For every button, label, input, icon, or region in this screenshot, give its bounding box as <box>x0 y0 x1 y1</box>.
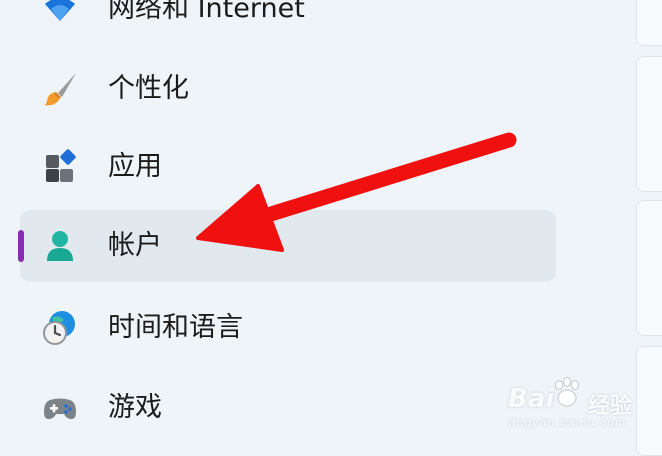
time-language-icon <box>42 310 78 346</box>
nav-item-label: 时间和语言 <box>108 312 243 343</box>
nav-item-label: 游戏 <box>108 392 162 423</box>
nav-item-time-language[interactable]: 时间和语言 <box>20 292 556 364</box>
settings-card[interactable] <box>636 56 662 192</box>
nav-item-gaming[interactable]: 游戏 <box>20 372 556 444</box>
baidu-jingyan-watermark: Bai 经验 jingyan.baidu.com <box>508 376 658 436</box>
nav-item-network-internet[interactable]: 网络和 Internet <box>20 0 556 45</box>
nav-item-accounts[interactable]: 帐户 <box>18 210 556 282</box>
wifi-icon <box>42 0 78 27</box>
settings-card[interactable] <box>636 200 662 336</box>
selection-indicator <box>18 230 24 262</box>
settings-card[interactable] <box>636 0 662 46</box>
paintbrush-icon <box>42 71 78 107</box>
nav-item-apps[interactable]: 应用 <box>20 131 556 203</box>
nav-item-label: 个性化 <box>108 73 189 104</box>
gamepad-icon <box>42 390 78 426</box>
nav-item-label: 网络和 Internet <box>108 0 305 24</box>
nav-item-label: 帐户 <box>108 230 162 261</box>
watermark-brand: Bai <box>508 384 555 414</box>
apps-icon <box>42 149 78 185</box>
account-person-icon <box>42 228 78 264</box>
watermark-url: jingyan.baidu.com <box>508 416 627 429</box>
nav-item-personalization[interactable]: 个性化 <box>20 53 556 125</box>
paw-logo-icon <box>555 377 579 407</box>
nav-item-label: 应用 <box>108 151 162 182</box>
